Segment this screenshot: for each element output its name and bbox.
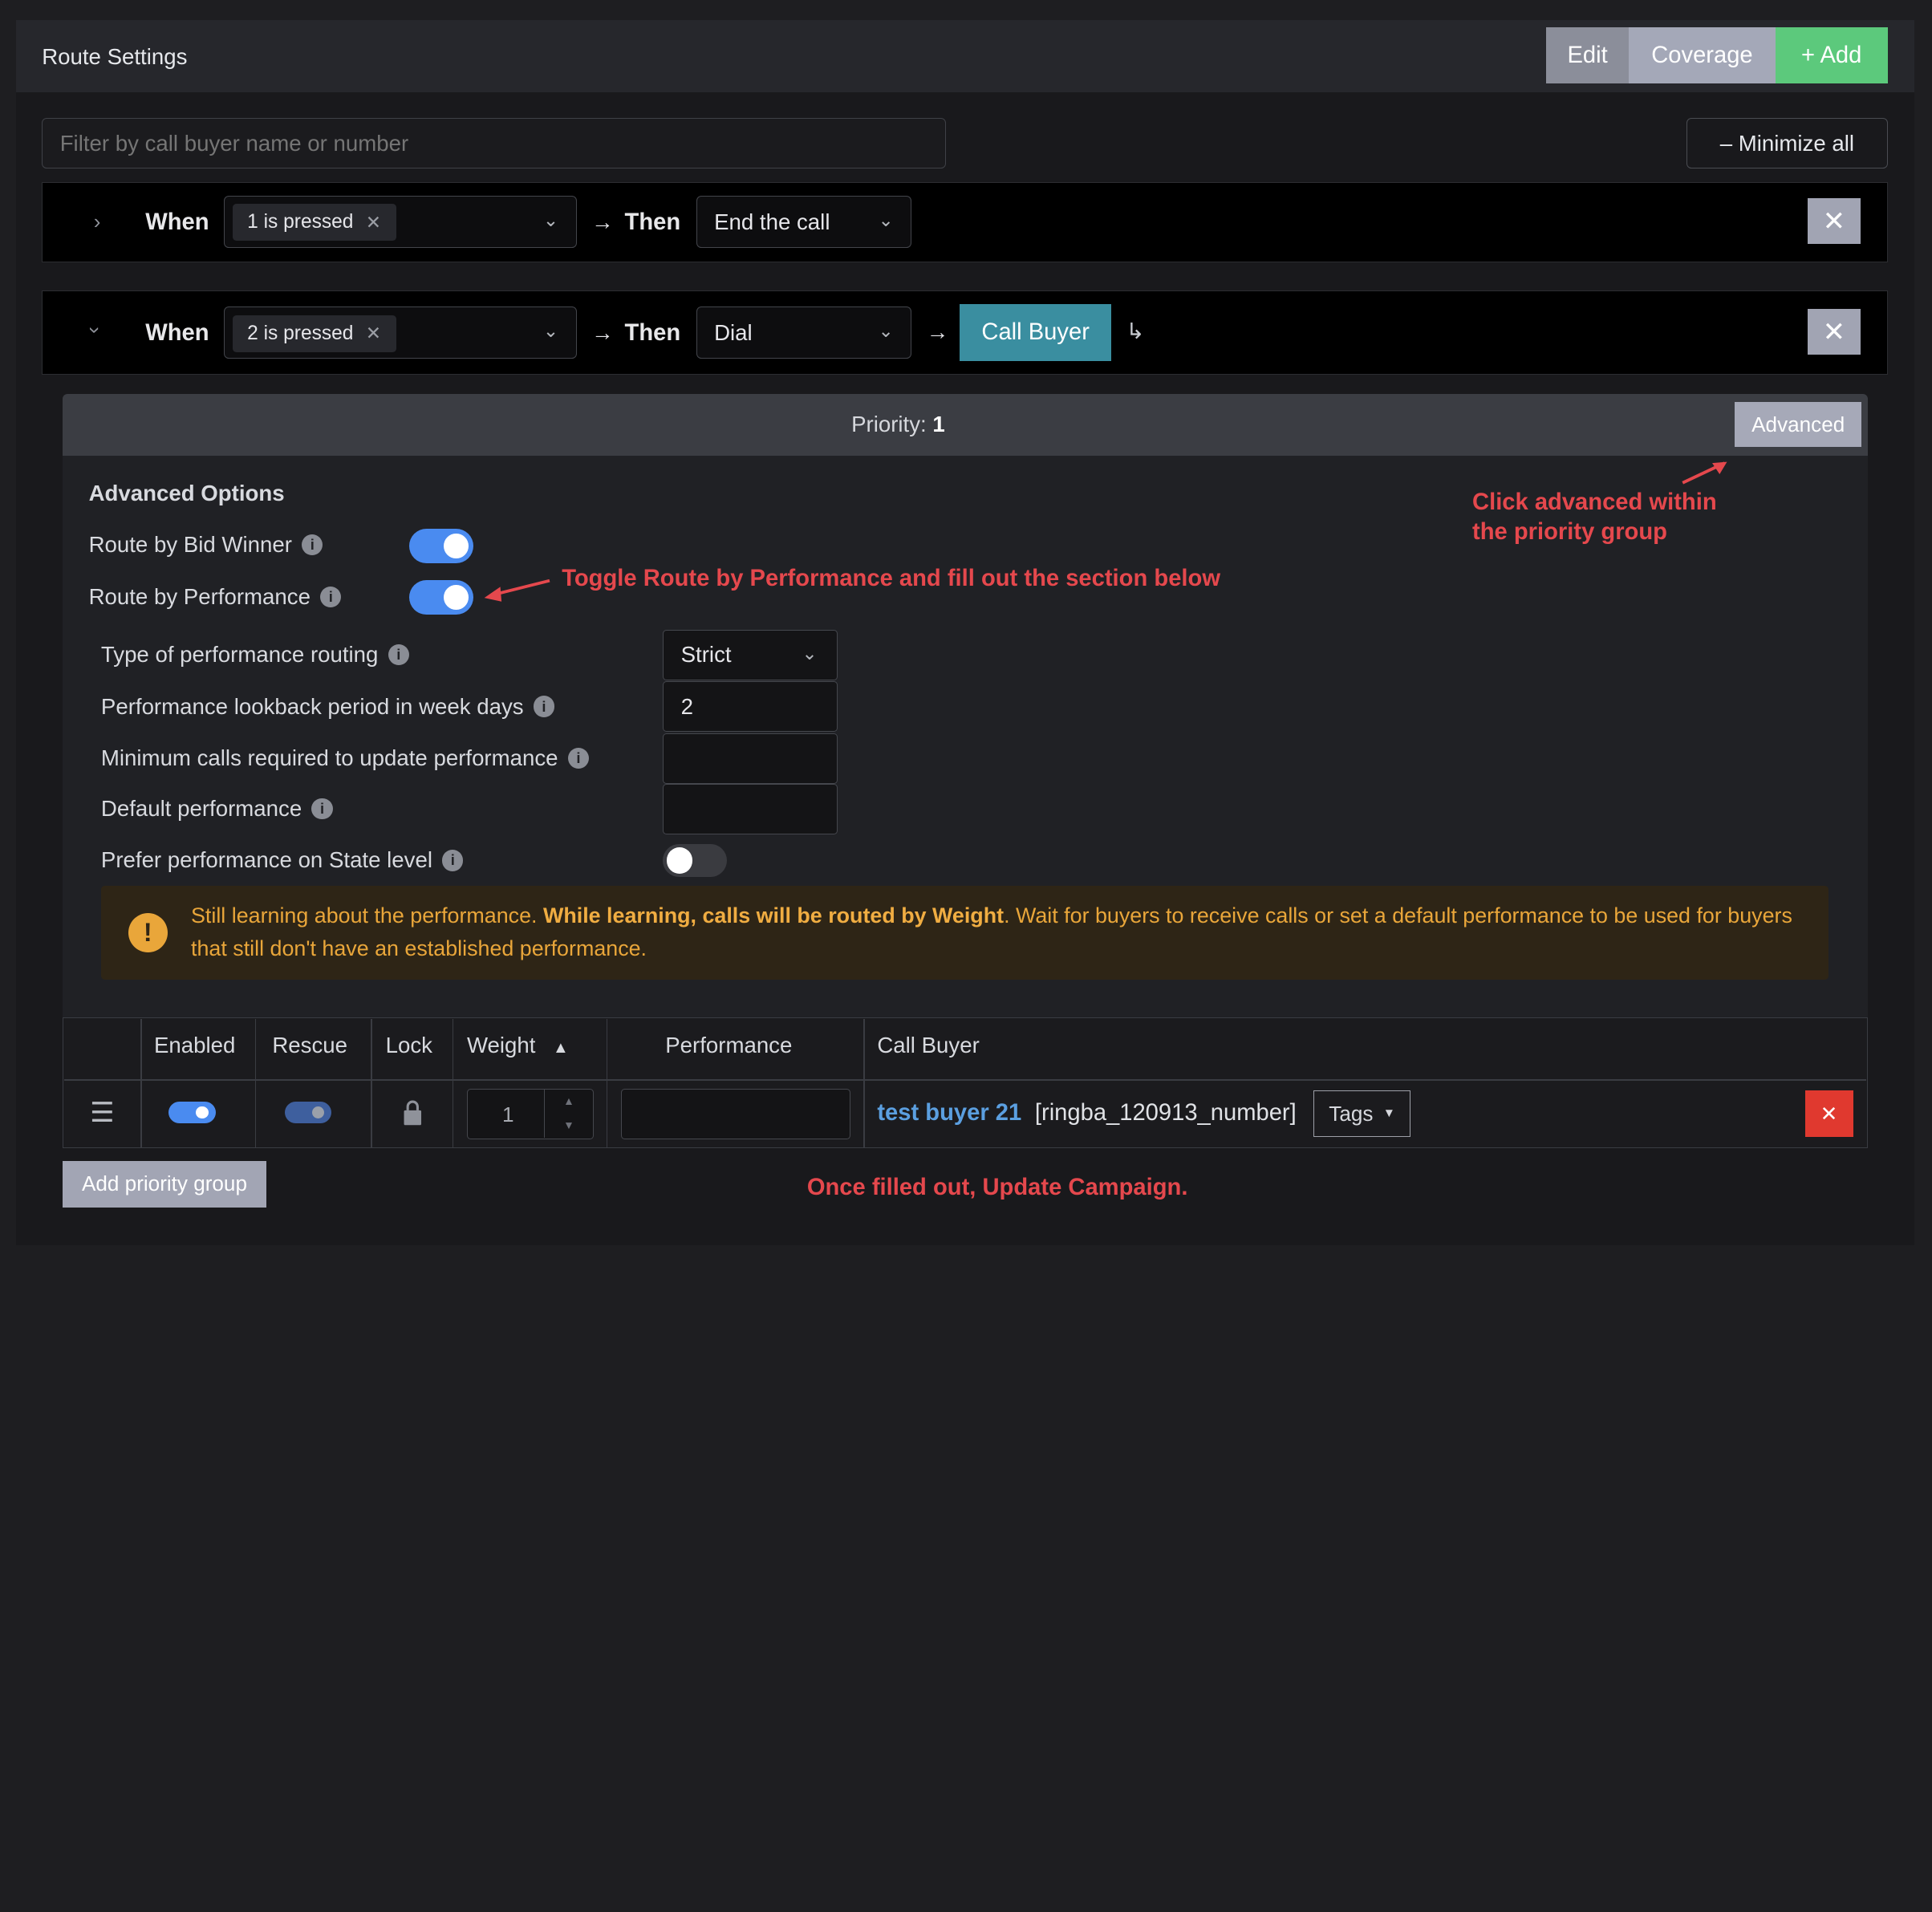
condition-chip: 1 is pressed ✕ bbox=[232, 204, 396, 242]
header-lock: Lock bbox=[385, 1032, 432, 1057]
lock-icon[interactable] bbox=[403, 1099, 423, 1126]
chevron-down-icon: ⌄ bbox=[878, 209, 894, 230]
info-icon[interactable]: i bbox=[388, 644, 409, 666]
then-label: Then bbox=[624, 209, 681, 236]
header-enabled: Enabled bbox=[153, 1032, 236, 1057]
header-performance: Performance bbox=[665, 1032, 793, 1057]
warning-text: Still learning about the performance. Wh… bbox=[191, 903, 1792, 961]
then-label: Then bbox=[624, 320, 681, 347]
condition-chip-label: 1 is pressed bbox=[247, 211, 354, 233]
chevron-right-icon[interactable]: › bbox=[94, 209, 101, 234]
info-icon[interactable]: i bbox=[320, 586, 342, 607]
annotation-advanced: Click advanced within the priority group bbox=[1472, 489, 1717, 545]
annotation-arrow-icon bbox=[484, 578, 550, 602]
add-button[interactable]: + Add bbox=[1775, 26, 1888, 84]
chevron-down-icon: ⌄ bbox=[878, 319, 894, 341]
route-settings-screen: Route Settings Edit Coverage + Add – Min… bbox=[0, 0, 1932, 1246]
annotation-arrow-icon bbox=[1682, 461, 1727, 485]
route-by-bid-winner-label: Route by Bid Winner i bbox=[89, 532, 323, 558]
remove-chip-icon[interactable]: ✕ bbox=[366, 323, 381, 344]
condition-select[interactable]: 1 is pressed ✕ ⌄ bbox=[224, 196, 577, 248]
performance-input[interactable] bbox=[620, 1089, 850, 1140]
weight-input[interactable]: 1 ▲ ▼ bbox=[466, 1089, 595, 1140]
prefer-state-level-label: Prefer performance on State level i bbox=[101, 847, 464, 873]
priority-label: Priority: 1 bbox=[851, 411, 945, 436]
warning-icon: ! bbox=[128, 912, 168, 952]
action-select-value: Dial bbox=[714, 319, 753, 345]
stepper-up-icon: ▲ bbox=[563, 1094, 574, 1108]
action-select[interactable]: Dial ⌄ bbox=[696, 306, 912, 359]
header-rescue: Rescue bbox=[272, 1032, 348, 1057]
condition-select[interactable]: 2 is pressed ✕ ⌄ bbox=[224, 306, 577, 359]
close-icon: ✕ bbox=[1822, 205, 1845, 237]
close-icon: ✕ bbox=[1820, 1101, 1838, 1126]
info-icon[interactable]: i bbox=[302, 534, 323, 556]
advanced-options-title: Advanced Options bbox=[88, 480, 285, 505]
chevron-down-icon: ⌄ bbox=[542, 319, 559, 341]
drag-handle-icon[interactable]: ☰ bbox=[90, 1097, 114, 1129]
annotation-update: Once filled out, Update Campaign. bbox=[806, 1174, 1188, 1200]
header-call-buyer: Call Buyer bbox=[877, 1032, 980, 1057]
stepper-down-icon: ▼ bbox=[563, 1118, 574, 1131]
tags-label: Tags bbox=[1329, 1101, 1374, 1126]
remove-rule-button[interactable]: ✕ bbox=[1807, 198, 1861, 245]
remove-rule-button[interactable]: ✕ bbox=[1807, 309, 1861, 355]
minimum-calls-input[interactable] bbox=[663, 733, 838, 784]
remove-chip-icon[interactable]: ✕ bbox=[366, 212, 381, 233]
sort-icon[interactable]: ▲︎ bbox=[553, 1039, 569, 1057]
minimum-calls-label: Minimum calls required to update perform… bbox=[101, 745, 589, 771]
arrow-right-icon: → bbox=[591, 320, 614, 346]
default-performance-input[interactable] bbox=[663, 783, 838, 834]
chevron-down-icon: ⌄ bbox=[802, 643, 818, 664]
info-icon[interactable]: i bbox=[311, 798, 333, 820]
return-arrow-icon: ↳ bbox=[1126, 319, 1145, 344]
delete-row-button[interactable]: ✕ bbox=[1804, 1090, 1853, 1138]
action-select-value: End the call bbox=[714, 209, 830, 234]
type-performance-routing-label: Type of performance routing i bbox=[101, 642, 409, 668]
prefer-state-level-toggle[interactable] bbox=[663, 843, 727, 878]
call-buyer-button[interactable]: Call Buyer bbox=[960, 304, 1112, 361]
chevron-down-icon: ⌄ bbox=[542, 209, 559, 230]
when-label: When bbox=[145, 320, 209, 347]
buyer-name-link[interactable]: test buyer 21 bbox=[877, 1100, 1021, 1126]
lookback-period-label: Performance lookback period in week days… bbox=[101, 694, 554, 720]
enabled-toggle[interactable] bbox=[168, 1101, 216, 1124]
performance-type-value: Strict bbox=[680, 642, 732, 668]
arrow-right-icon: → bbox=[926, 319, 949, 344]
condition-chip-label: 2 is pressed bbox=[247, 322, 354, 344]
edit-button[interactable]: Edit bbox=[1546, 26, 1630, 84]
annotation-toggle: Toggle Route by Performance and fill out… bbox=[562, 566, 1220, 592]
priority-value: 1 bbox=[932, 411, 945, 436]
condition-chip: 2 is pressed ✕ bbox=[232, 315, 396, 352]
route-by-bid-winner-toggle[interactable] bbox=[408, 528, 473, 563]
default-performance-label: Default performance i bbox=[101, 796, 333, 822]
route-by-performance-toggle[interactable] bbox=[408, 580, 473, 615]
tags-dropdown[interactable]: Tags ▼ bbox=[1313, 1090, 1411, 1138]
route-by-performance-label: Route by Performance i bbox=[89, 584, 342, 610]
close-icon: ✕ bbox=[1822, 316, 1845, 347]
chevron-down-icon[interactable]: › bbox=[82, 327, 107, 334]
info-icon[interactable]: i bbox=[442, 850, 464, 871]
weight-value: 1 bbox=[501, 1102, 514, 1126]
filter-input[interactable] bbox=[42, 118, 947, 169]
when-label: When bbox=[145, 209, 209, 236]
rescue-toggle[interactable] bbox=[284, 1101, 332, 1124]
arrow-right-icon: → bbox=[591, 209, 614, 235]
lookback-period-input[interactable]: 2 bbox=[663, 681, 838, 733]
buyer-number: [ringba_120913_number] bbox=[1034, 1100, 1297, 1126]
header-weight[interactable]: Weight ▲︎ bbox=[467, 1033, 569, 1058]
advanced-button[interactable]: Advanced bbox=[1735, 401, 1862, 448]
caret-down-icon: ▼ bbox=[1382, 1106, 1395, 1121]
info-icon[interactable]: i bbox=[533, 696, 554, 717]
minimize-all-button[interactable]: – Minimize all bbox=[1686, 118, 1888, 169]
action-select[interactable]: End the call ⌄ bbox=[696, 196, 912, 248]
learning-warning: ! Still learning about the performance. … bbox=[100, 886, 1828, 980]
panel-title: Route Settings bbox=[42, 44, 188, 70]
info-icon[interactable]: i bbox=[567, 747, 589, 769]
add-priority-group-button[interactable]: Add priority group bbox=[63, 1160, 266, 1208]
coverage-button[interactable]: Coverage bbox=[1629, 26, 1776, 84]
weight-stepper[interactable]: ▲ ▼ bbox=[543, 1090, 593, 1139]
priority-group-header: Priority: 1 bbox=[63, 394, 1868, 457]
performance-type-select[interactable]: Strict ⌄ bbox=[663, 629, 838, 680]
